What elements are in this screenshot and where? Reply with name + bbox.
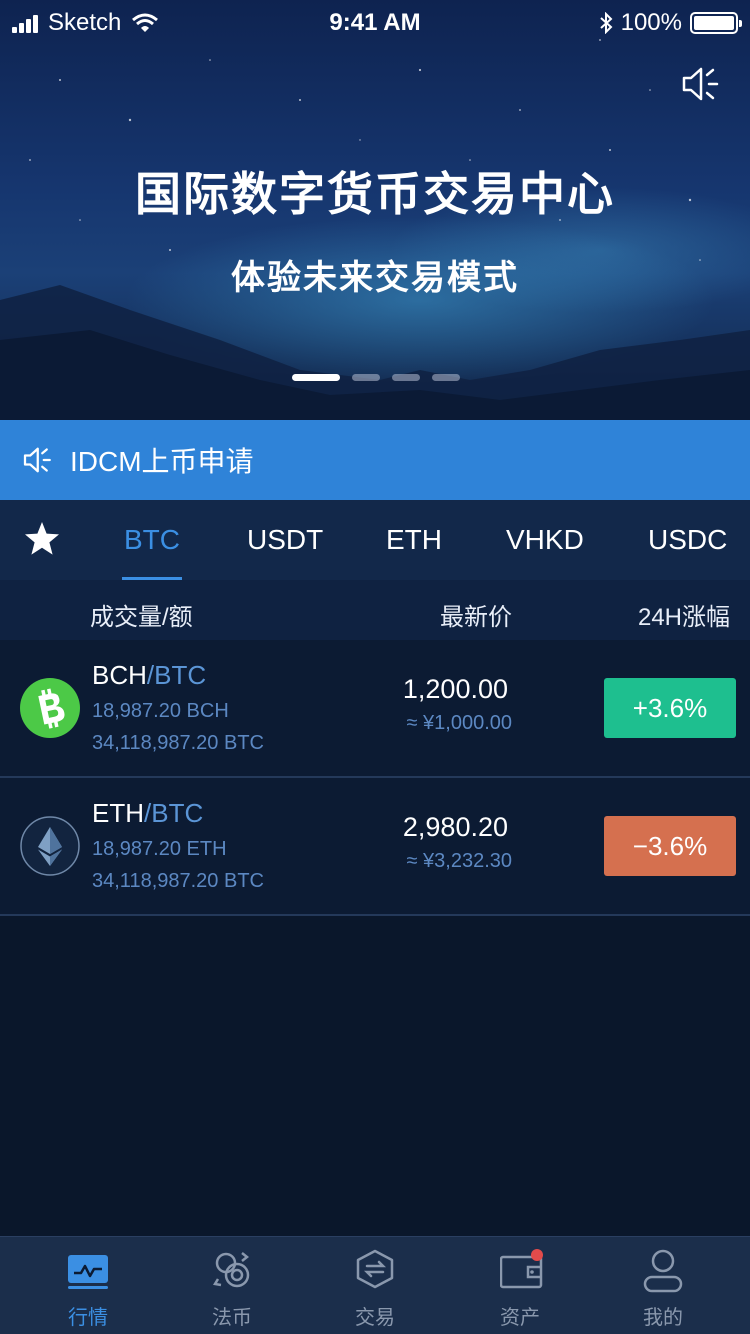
base-symbol: BCH [92, 660, 147, 690]
status-bar: Sketch 9:41 AM 100% [0, 0, 750, 44]
bottom-navigation: 行情 法币 交易 资产 我的 [0, 1236, 750, 1334]
trade-hexagon-icon [356, 1249, 394, 1289]
column-volume[interactable]: 成交量/额 [90, 597, 193, 632]
market-chart-icon [68, 1255, 108, 1289]
banner-title: 国际数字货币交易中心 [135, 168, 615, 220]
market-row-eth[interactable]: ETH/BTC 18,987.20 ETH 34,118,987.20 BTC … [0, 778, 750, 916]
ethereum-icon [20, 816, 80, 876]
star-icon[interactable] [24, 521, 60, 557]
quote-symbol: /BTC [146, 660, 207, 690]
change-badge[interactable]: −3.6% [604, 816, 736, 876]
last-price: 1,200.00 [402, 674, 508, 704]
market-row-bch[interactable]: BCH/BTC 18,987.20 BCH 34,118,987.20 BTC … [0, 640, 750, 778]
bitcoin-cash-icon [20, 678, 80, 738]
nav-label: 资产 [500, 1307, 540, 1329]
column-change[interactable]: 24H涨幅 [638, 597, 730, 632]
nav-label: 法币 [212, 1307, 252, 1329]
column-header: 成交量/额 最新价 24H涨幅 [0, 580, 750, 640]
notice-bar[interactable]: IDCM上币申请 [0, 420, 750, 500]
column-price[interactable]: 最新价 [440, 597, 512, 632]
volume-quote: 34,118,987.20 BTC [92, 870, 264, 892]
last-price: 2,980.20 [402, 812, 508, 842]
speaker-icon[interactable] [680, 64, 720, 104]
carousel-dot[interactable] [432, 374, 460, 381]
volume-quote: 34,118,987.20 BTC [92, 732, 264, 754]
bluetooth-icon [599, 12, 613, 34]
pair-name: ETH/BTC [92, 798, 203, 829]
profile-icon [643, 1249, 683, 1293]
price-cny: ≈ ¥3,232.30 [406, 850, 512, 872]
volume-base: 18,987.20 ETH [92, 838, 227, 860]
battery-icon [690, 12, 742, 34]
hero-banner[interactable]: Sketch 9:41 AM 100% 国际数字货币交易中心 体验未来交易模式 [0, 0, 750, 420]
carousel-indicator[interactable] [292, 374, 472, 381]
speaker-icon [23, 447, 51, 473]
notice-text[interactable]: IDCM上币申请 [70, 440, 254, 480]
pair-name: BCH/BTC [92, 660, 206, 691]
nav-trade[interactable]: 交易 [300, 1237, 450, 1334]
carousel-dot[interactable] [352, 374, 380, 381]
price-cny: ≈ ¥1,000.00 [406, 712, 512, 734]
nav-label: 我的 [643, 1307, 683, 1329]
tab-usdt[interactable]: USDT [247, 524, 323, 556]
tab-btc[interactable]: BTC [124, 524, 180, 556]
battery-percent: 100% [620, 9, 682, 36]
fiat-exchange-icon [212, 1252, 250, 1288]
nav-profile[interactable]: 我的 [588, 1237, 738, 1334]
quote-symbol: /BTC [144, 798, 204, 828]
nav-fiat[interactable]: 法币 [157, 1237, 307, 1334]
carousel-dot[interactable] [292, 374, 340, 381]
tab-vhkd[interactable]: VHKD [506, 524, 584, 556]
market-tabs: BTC USDT ETH VHKD USDC [0, 500, 750, 580]
nav-label: 交易 [355, 1307, 395, 1329]
volume-base: 18,987.20 BCH [92, 700, 229, 722]
carousel-dot[interactable] [392, 374, 420, 381]
nav-assets[interactable]: 资产 [445, 1237, 595, 1334]
wallet-icon [500, 1249, 543, 1289]
tab-eth[interactable]: ETH [386, 524, 442, 556]
change-badge[interactable]: +3.6% [604, 678, 736, 738]
banner-subtitle: 体验未来交易模式 [231, 259, 519, 297]
nav-label: 行情 [68, 1307, 108, 1329]
tab-usdc[interactable]: USDC [648, 524, 727, 556]
nav-market[interactable]: 行情 [13, 1237, 163, 1334]
base-symbol: ETH [92, 798, 144, 828]
